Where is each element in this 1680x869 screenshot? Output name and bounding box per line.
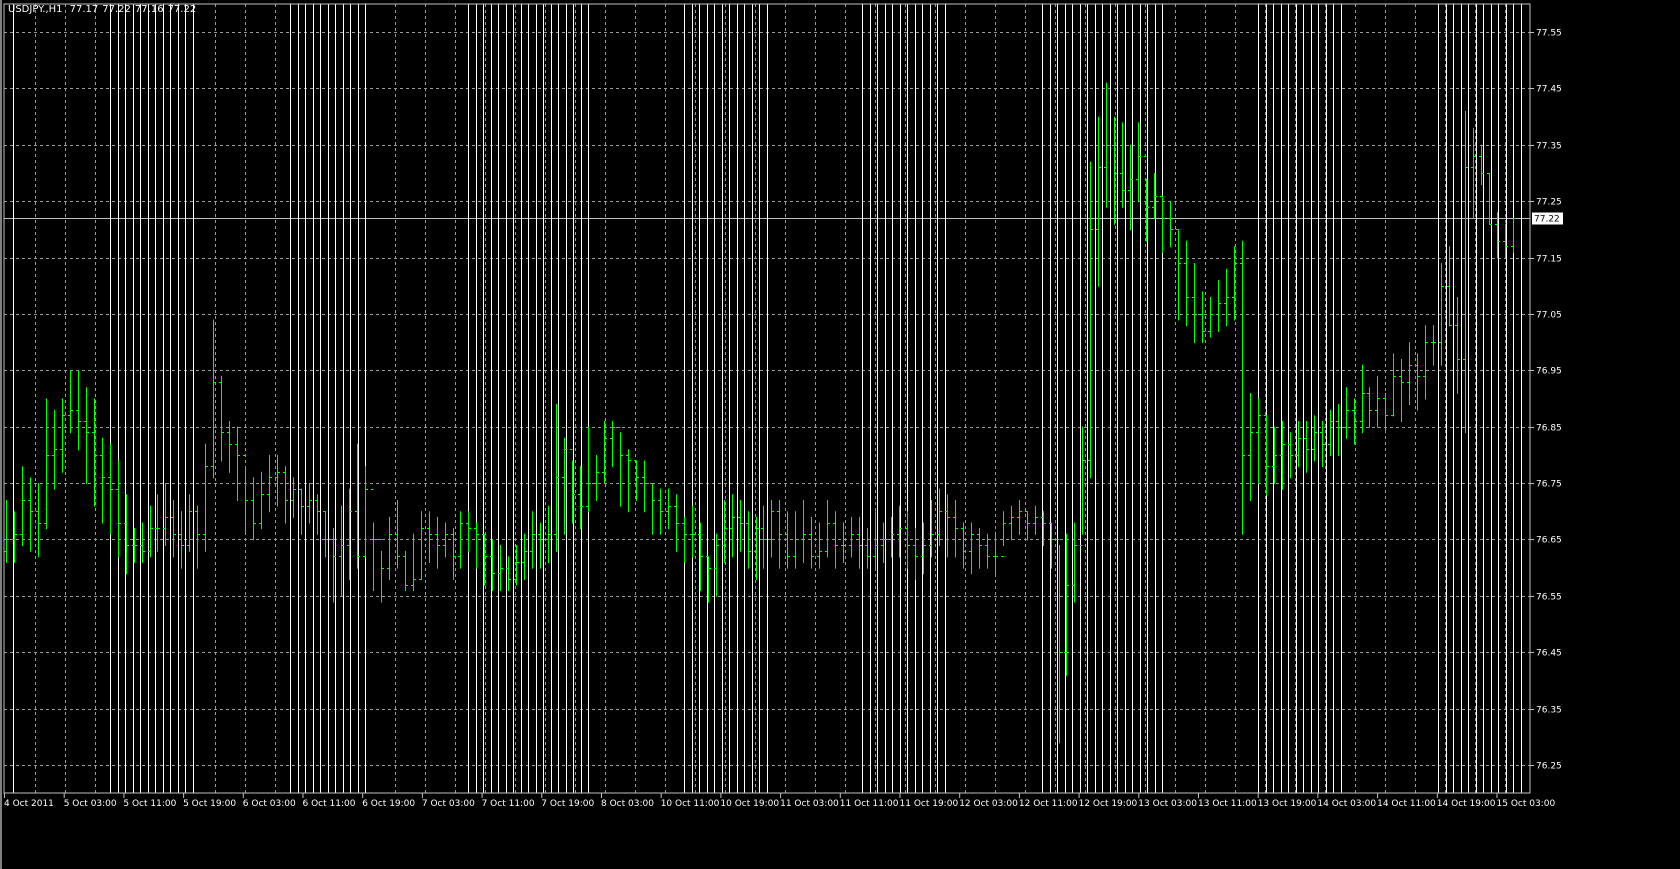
time-tick-label: 12 Oct 03:00	[959, 799, 1018, 809]
current-price-label: 77.22	[1534, 215, 1560, 225]
open-value: 77.17	[69, 4, 99, 15]
price-tick-label: 77.25	[1536, 198, 1562, 208]
price-tick-label: 77.55	[1536, 29, 1562, 39]
time-tick-label: 10 Oct 11:00	[661, 799, 720, 809]
time-tick-label: 14 Oct 19:00	[1437, 799, 1496, 809]
price-tick-label: 77.45	[1536, 85, 1562, 95]
time-tick-label: 7 Oct 03:00	[422, 799, 475, 809]
price-chart[interactable]: 77.55 77.45 77.35 77.25 77.15 77.05 76.95 76.85…	[0, 0, 1680, 869]
time-tick-label: 14 Oct 03:00	[1317, 799, 1376, 809]
price-tick-label: 77.05	[1536, 311, 1562, 321]
high-value: 77.22	[102, 4, 131, 15]
time-tick-label: 15 Oct 03:00	[1497, 799, 1556, 809]
time-tick-label: 4 Oct 2011	[4, 799, 54, 809]
time-tick-label: 5 Oct 03:00	[64, 799, 117, 809]
chart-background	[0, 0, 1680, 869]
time-tick-label: 7 Oct 11:00	[482, 799, 535, 809]
time-tick-label: 13 Oct 11:00	[1198, 799, 1257, 809]
time-tick-label: 11 Oct 11:00	[840, 799, 899, 809]
price-tick-label: 76.85	[1536, 424, 1562, 434]
time-tick-label: 12 Oct 19:00	[1079, 799, 1138, 809]
time-tick-label: 7 Oct 19:00	[541, 799, 594, 809]
time-tick-label: 6 Oct 11:00	[303, 799, 356, 809]
time-tick-label: 14 Oct 11:00	[1377, 799, 1436, 809]
price-tick-label: 77.35	[1536, 142, 1562, 152]
time-tick-label: 13 Oct 03:00	[1138, 799, 1197, 809]
time-tick-label: 5 Oct 19:00	[183, 799, 236, 809]
time-tick-label: 5 Oct 11:00	[123, 799, 176, 809]
price-tick-label: 76.45	[1536, 649, 1562, 659]
price-tick-label: 77.15	[1536, 255, 1562, 265]
time-tick-label: 11 Oct 19:00	[900, 799, 959, 809]
symbol-label: USDJPY.,H1	[8, 4, 63, 15]
time-tick-label: 11 Oct 03:00	[780, 799, 839, 809]
time-tick-label: 13 Oct 19:00	[1258, 799, 1317, 809]
low-value: 77.16	[134, 4, 164, 15]
time-tick-label: 8 Oct 03:00	[601, 799, 654, 809]
time-tick-label: 12 Oct 11:00	[1019, 799, 1078, 809]
price-tick-label: 76.35	[1536, 706, 1562, 716]
price-tick-label: 76.95	[1536, 367, 1562, 377]
price-tick-label: 76.75	[1536, 480, 1562, 490]
price-tick-label: 76.65	[1536, 536, 1562, 546]
time-tick-label: 6 Oct 03:00	[243, 799, 296, 809]
price-tick-label: 76.55	[1536, 593, 1562, 603]
time-tick-label: 10 Oct 19:00	[720, 799, 779, 809]
close-value: 77.22	[167, 4, 197, 15]
symbol-info-bar: USDJPY.,H1 77.17 77.22 77.16 77.22	[8, 4, 200, 15]
price-tick-label: 76.25	[1536, 762, 1562, 772]
time-tick-label: 6 Oct 19:00	[362, 799, 415, 809]
